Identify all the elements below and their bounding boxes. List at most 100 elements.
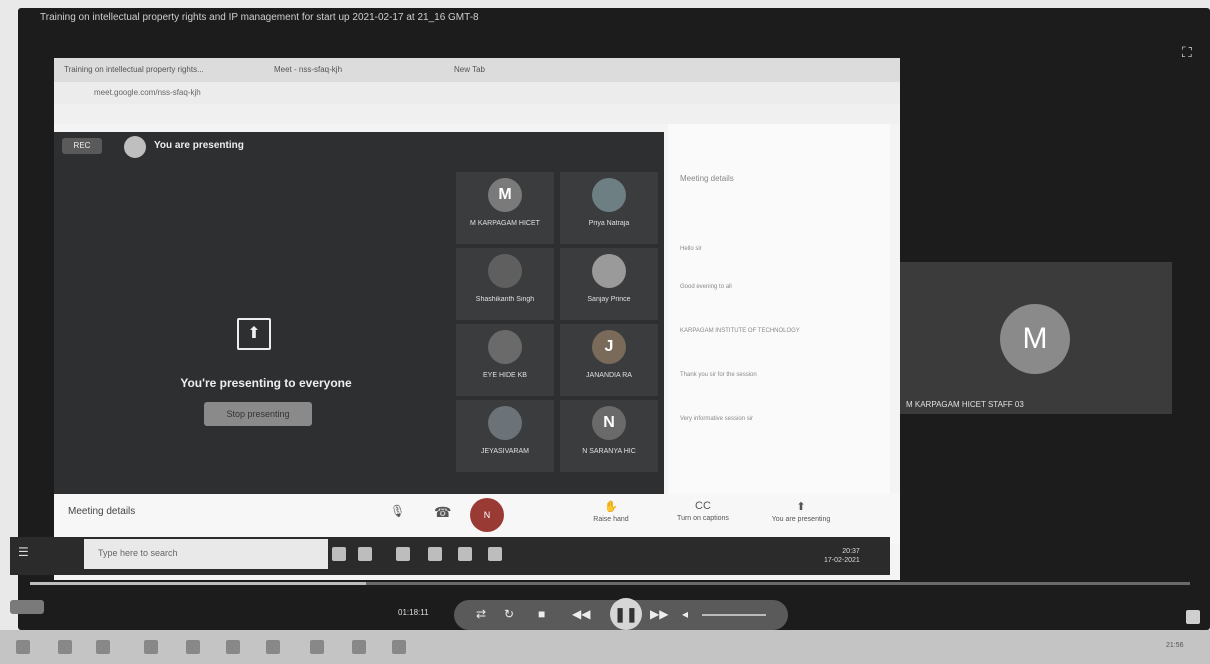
avatar (592, 178, 626, 212)
button-label: Turn on captions (677, 515, 729, 522)
taskbar-app-icon[interactable] (186, 640, 200, 654)
volume-slider[interactable] (702, 614, 766, 616)
raise-hand-button[interactable]: ✋ Raise hand (574, 500, 648, 523)
stop-icon[interactable]: ■ (538, 607, 545, 621)
taskbar-app-icon[interactable] (428, 547, 442, 561)
pause-button[interactable]: ❚❚ (610, 598, 642, 630)
taskbar-app-icon[interactable] (266, 640, 280, 654)
participant-name: JEYASIVARAM (481, 448, 529, 455)
participant-name: Priya Natraja (588, 220, 630, 227)
fast-forward-icon[interactable]: ▶▶ (650, 607, 668, 621)
hang-up-icon[interactable]: ☎ (434, 504, 451, 521)
rewind-icon[interactable]: ◀◀ (572, 607, 590, 621)
recording-badge: REC (62, 138, 102, 154)
participant-name: N SARANYA HIC (582, 448, 636, 455)
chat-message: Thank you sir for the session (680, 372, 757, 378)
microphone-icon[interactable]: 🎙 (390, 504, 405, 518)
start-icon[interactable]: ☰ (18, 545, 29, 559)
participant-tile[interactable]: JEYASIVARAM (456, 400, 554, 472)
participant-tile[interactable]: EYE HIDE KB (456, 324, 554, 396)
present-screen-icon: ⬆ (237, 318, 271, 350)
taskbar-app-icon[interactable] (396, 547, 410, 561)
meeting-details-button[interactable]: Meeting details (68, 506, 135, 517)
taskbar-app-icon[interactable] (352, 640, 366, 654)
start-icon[interactable] (16, 640, 30, 654)
avatar (488, 406, 522, 440)
participant-name: M KARPAGAM HICET STAFF 03 (906, 400, 1024, 409)
volume-icon[interactable]: ◂ (682, 607, 688, 621)
participant-tile-large[interactable]: M M KARPAGAM HICET STAFF 03 (900, 262, 1172, 414)
participant-tile[interactable]: M M KARPAGAM HICET (456, 172, 554, 244)
taskbar-app-icon[interactable] (458, 547, 472, 561)
repeat-icon[interactable]: ↻ (504, 607, 514, 621)
avatar (488, 330, 522, 364)
button-label: You are presenting (771, 516, 831, 523)
taskbar-app-icon[interactable] (226, 640, 240, 654)
meet-stage: REC You are presenting ⬆ You're presenti… (54, 132, 664, 494)
taskbar-app-icon[interactable] (96, 640, 110, 654)
chat-message: Very informative session sir (680, 416, 754, 422)
taskbar-app-icon[interactable] (144, 640, 158, 654)
browser-tab[interactable]: New Tab (454, 65, 485, 74)
shared-browser-screen: Training on intellectual property rights… (54, 58, 900, 580)
participant-tile[interactable]: Sanjay Prince (560, 248, 658, 320)
browser-tab[interactable]: Training on intellectual property rights… (64, 65, 204, 74)
browser-tab-strip: Training on intellectual property rights… (54, 58, 900, 82)
shared-screen-taskbar: ☰ Type here to search 20:37 17-02-2021 (10, 537, 890, 575)
hand-icon: ✋ (604, 501, 618, 513)
participant-tile[interactable]: Priya Natraja (560, 172, 658, 244)
playlist-button[interactable] (10, 600, 44, 614)
present-button[interactable]: ⬆ You are presenting (764, 500, 838, 523)
shuffle-icon[interactable]: ⇄ (476, 607, 486, 621)
presenting-message: You're presenting to everyone (180, 376, 352, 390)
presenter-avatar (124, 136, 146, 158)
avatar: M (488, 178, 522, 212)
captions-icon: CC (695, 500, 711, 512)
chat-message: Good evening to all (680, 284, 732, 290)
participant-name: JANANDIA RA (586, 372, 632, 379)
chat-message: KARPAGAM INSTITUTE OF TECHNOLOGY (680, 328, 800, 334)
browser-address-bar[interactable]: meet.google.com/nss-sfaq-kjh (54, 82, 900, 104)
browser-tab[interactable]: Meet - nss-sfaq-kjh (274, 65, 342, 74)
search-placeholder: Type here to search (98, 548, 178, 558)
avatar (488, 254, 522, 288)
taskbar-search[interactable]: Type here to search (84, 539, 328, 569)
clock-date: 17-02-2021 (824, 557, 860, 564)
taskbar-clock: 20:37 17-02-2021 (824, 547, 860, 565)
participant-name: M KARPAGAM HICET (470, 220, 540, 227)
captions-button[interactable]: CC Turn on captions (666, 500, 740, 522)
current-time: 01:18:11 (398, 608, 429, 617)
taskbar-app-icon[interactable] (392, 640, 406, 654)
url-text: meet.google.com/nss-sfaq-kjh (94, 88, 201, 97)
participant-tile[interactable]: Shashikanth Singh (456, 248, 554, 320)
taskbar-app-icon[interactable] (332, 547, 346, 561)
host-clock: 21:56 (1166, 642, 1184, 649)
avatar: J (592, 330, 626, 364)
taskbar-app-icon[interactable] (358, 547, 372, 561)
player-title: Training on intellectual property rights… (40, 12, 479, 23)
host-taskbar: 21:56 (0, 630, 1210, 664)
present-icon: ⬆ (796, 501, 806, 513)
participant-name: EYE HIDE KB (483, 372, 527, 379)
fullscreen-icon[interactable] (1186, 610, 1200, 624)
clock-time: 20:37 (842, 548, 860, 555)
participant-tile[interactable]: J JANANDIA RA (560, 324, 658, 396)
participant-tile[interactable]: N N SARANYA HIC (560, 400, 658, 472)
self-avatar: N (470, 498, 504, 532)
button-label: Raise hand (593, 516, 629, 523)
taskbar-app-icon[interactable] (58, 640, 72, 654)
taskbar-app-icon[interactable] (310, 640, 324, 654)
stop-presenting-button[interactable]: Stop presenting (204, 402, 312, 426)
taskbar-app-icon[interactable] (488, 547, 502, 561)
participant-name: Shashikanth Singh (475, 296, 535, 303)
presenting-label: You are presenting (154, 140, 244, 151)
chat-panel: Meeting details Hello sir Good evening t… (668, 124, 890, 494)
avatar (592, 254, 626, 288)
expand-icon[interactable]: ⛶ (1182, 44, 1192, 61)
participant-name: Sanjay Prince (587, 296, 631, 303)
bookmarks-bar (54, 104, 900, 124)
avatar: M (1000, 304, 1070, 374)
chat-title: Meeting details (680, 174, 734, 183)
avatar: N (592, 406, 626, 440)
chat-message: Hello sir (680, 246, 702, 252)
